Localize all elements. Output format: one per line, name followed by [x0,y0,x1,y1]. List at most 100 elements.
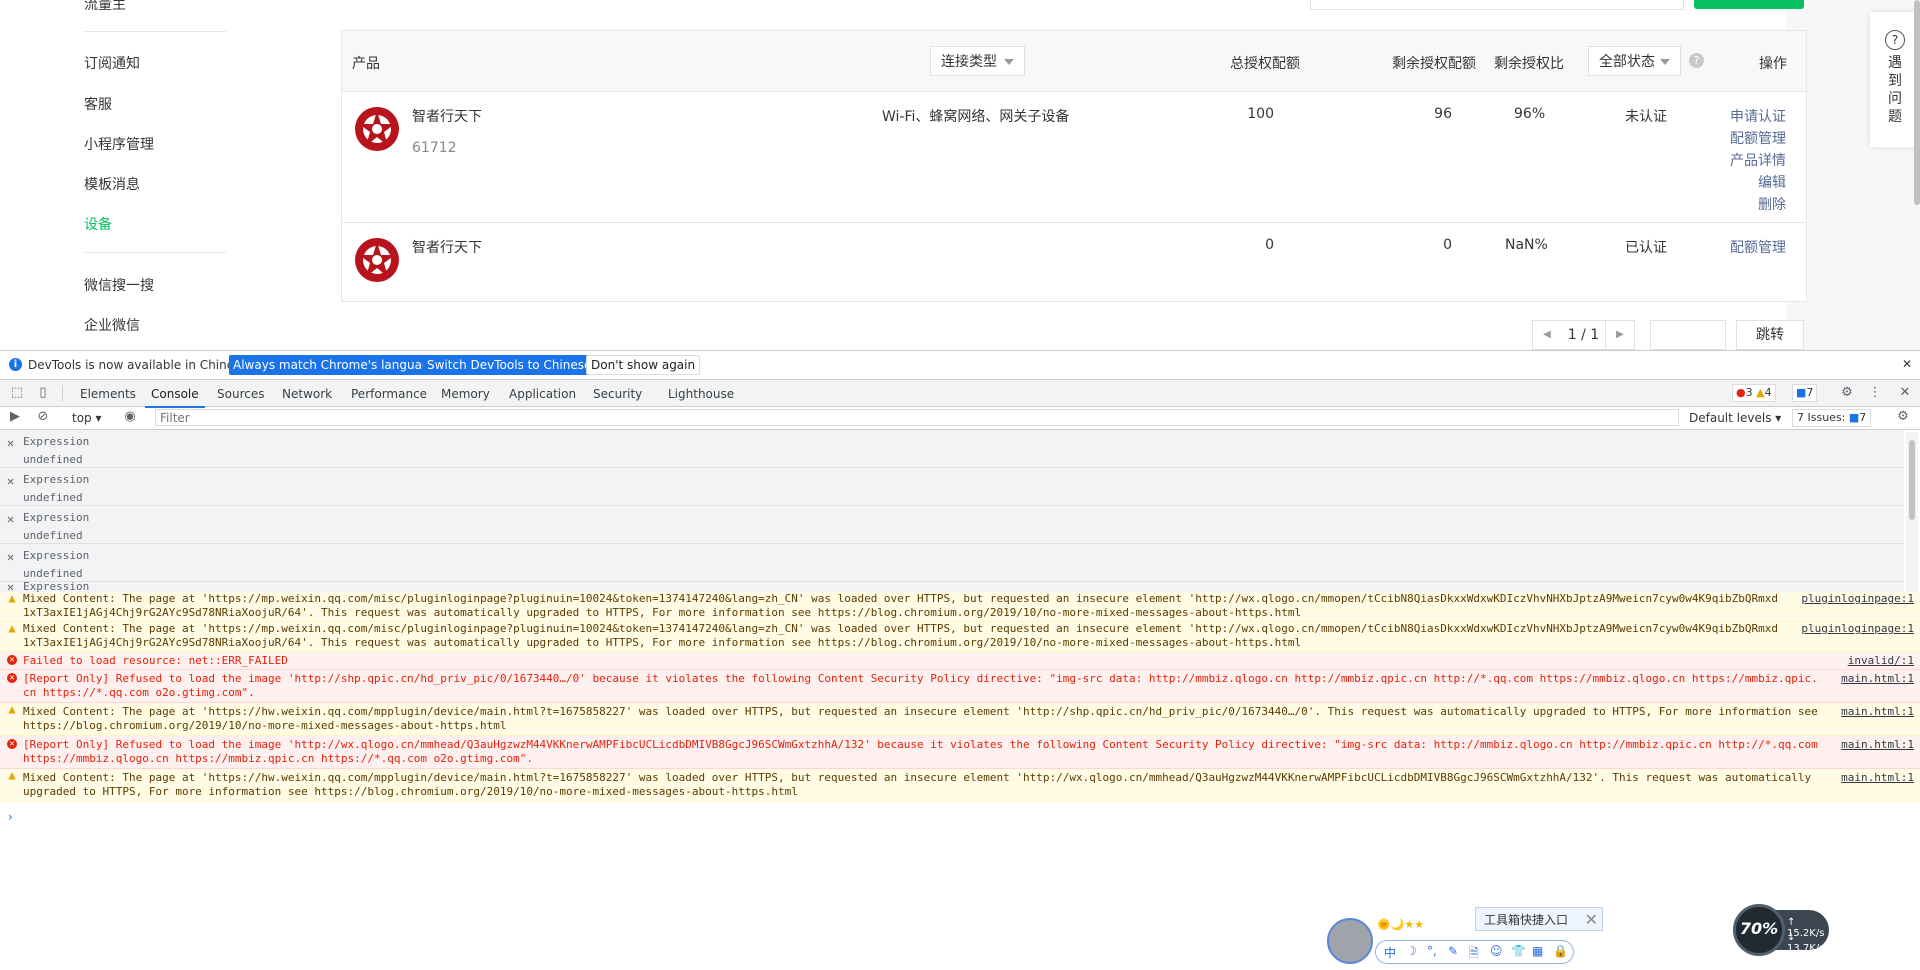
sidebar-item-device[interactable]: 设备 [84,214,112,234]
sidebar-toggle-icon[interactable]: ▶ [8,410,22,424]
remove-expression-icon[interactable]: ✕ [7,436,14,450]
sidebar-item-miniprogram[interactable]: 小程序管理 [84,134,154,154]
switch-chinese-button[interactable]: Switch DevTools to Chinese [423,355,596,375]
issues-counter[interactable]: ■7 [1792,384,1818,402]
message-source-link[interactable]: pluginloginpage:1 [1801,622,1914,636]
page-jump-input[interactable] [1650,320,1726,350]
message-source-link[interactable]: main.html:1 [1841,705,1914,719]
create-button[interactable] [1694,0,1804,9]
product-remain-quota: 96 [1434,106,1452,122]
context-selector[interactable]: top ▾ [72,411,102,425]
inspect-element-icon[interactable]: ⬚ [10,386,24,400]
expressions-scrollbar[interactable] [1906,432,1918,592]
settings-gear-icon[interactable]: ⚙ [1840,386,1854,400]
product-remain-ratio: NaN% [1505,237,1548,253]
input-method-icon[interactable]: 中 [1384,944,1396,961]
status-label: 全部状态 [1599,54,1655,70]
help-icon[interactable]: ? [1689,53,1704,68]
product-detail-link[interactable]: 产品详情 [1730,150,1786,170]
sidebar-item-subscribe[interactable]: 订阅通知 [84,53,140,73]
tab-sources[interactable]: Sources [217,387,264,401]
prev-page-button[interactable]: ◀ [1532,320,1562,350]
console-prompt[interactable]: › [8,810,13,824]
punctuation-icon[interactable]: °, [1427,944,1437,958]
message-line: upgraded to HTTPS, For more information … [23,785,798,798]
sidebar-item-template[interactable]: 模板消息 [84,174,140,194]
error-warning-counter[interactable]: ●3 ▲4 [1732,384,1776,402]
tab-application[interactable]: Application [509,387,576,401]
live-expression[interactable]: ✕ Expression undefined [0,468,1904,506]
delete-link[interactable]: 删除 [1758,194,1786,214]
next-page-button[interactable]: ▶ [1605,320,1635,350]
moon-icon[interactable]: ☽ [1406,944,1417,958]
tab-security[interactable]: Security [593,387,642,401]
help-float[interactable]: ? 遇到问题 [1870,12,1920,147]
message-line: Mixed Content: The page at 'https://mp.w… [23,622,1778,635]
filter-input[interactable] [155,409,1679,426]
live-expression[interactable]: ✕ Expression undefined [0,430,1904,468]
console-message: ✕ [Report Only] Refused to load the imag… [0,670,1920,703]
close-icon[interactable]: ✕ [1585,908,1598,932]
message-text: [Report Only] Refused to load the image … [23,738,1883,766]
lock-icon[interactable]: 🔒 [1553,944,1568,958]
message-line: [Report Only] Refused to load the image … [23,738,1818,751]
close-devtools-icon[interactable]: ✕ [1898,386,1912,400]
scrollbar-thumb[interactable] [1909,440,1915,520]
message-source-link[interactable]: invalid/:1 [1848,654,1914,668]
sidebar-item-traffic[interactable]: 流量主 [84,0,126,14]
table-header: 产品 连接类型 总授权配额 剩余授权配额 剩余授权比 全部状态 ? 操作 [342,31,1806,92]
skin-icon[interactable]: 👕 [1511,944,1526,958]
dont-show-again-button[interactable]: Don't show again [586,355,701,375]
tab-performance[interactable]: Performance [351,387,427,401]
tab-lighthouse[interactable]: Lighthouse [668,387,734,401]
log-levels-dropdown[interactable]: Default levels ▾ [1689,411,1781,425]
network-speed-widget[interactable]: ↑ 15.2K/s ↓ 13.7K/s 70% [1733,904,1853,960]
expression-label: Expression [23,473,90,486]
remove-expression-icon[interactable]: ✕ [7,550,14,564]
emoji-icon[interactable]: ☺ [1490,944,1503,958]
console-message: ▲ Mixed Content: The page at 'https://hw… [0,769,1920,802]
sidebar-item-service[interactable]: 客服 [84,94,112,114]
conn-type-dropdown[interactable]: 连接类型 [930,46,1025,76]
avatar[interactable] [1327,918,1373,964]
message-source-link[interactable]: main.html:1 [1841,771,1914,785]
tab-console[interactable]: Console [145,387,205,408]
edit-link[interactable]: 编辑 [1758,172,1786,192]
tab-elements[interactable]: Elements [80,387,136,401]
live-expression-eye-icon[interactable]: ◉ [123,410,137,424]
message-source-link[interactable]: pluginloginpage:1 [1801,592,1914,606]
issues-button[interactable]: 7 Issues: ■7 [1792,409,1872,427]
warning-count: 4 [1764,386,1772,399]
quota-manage-link[interactable]: 配额管理 [1730,237,1786,257]
console-settings-gear-icon[interactable]: ⚙ [1896,410,1910,424]
tab-network[interactable]: Network [282,387,332,401]
apply-cert-link[interactable]: 申请认证 [1730,106,1786,126]
close-icon[interactable]: ✕ [1902,357,1912,371]
more-options-icon[interactable]: ⋮ [1868,386,1882,400]
clear-console-icon[interactable]: ⊘ [36,410,50,424]
wrench-icon[interactable]: ✎ [1448,944,1458,958]
sidebar-item-wework[interactable]: 企业微信 [84,315,140,335]
issues-count: 7 [1859,411,1867,424]
grid-icon[interactable]: ▦ [1532,944,1543,958]
message-source-link[interactable]: main.html:1 [1841,672,1914,686]
quota-manage-link[interactable]: 配额管理 [1730,128,1786,148]
jump-button[interactable]: 跳转 [1736,320,1804,350]
message-source-link[interactable]: main.html:1 [1841,738,1914,752]
live-expression[interactable]: ✕ Expression undefined [0,544,1904,582]
search-input[interactable] [1310,0,1684,10]
remove-expression-icon[interactable]: ✕ [7,474,14,488]
match-language-button[interactable]: Always match Chrome's language [229,355,441,375]
page-scrollbar[interactable] [1914,0,1920,205]
live-expression[interactable]: ✕ Expression undefined [0,506,1904,544]
context-label: top [72,411,92,425]
document-icon[interactable]: 🗎 [1469,944,1479,965]
issues-count: 7 [1806,386,1814,399]
device-toolbar-icon[interactable]: ▯ [36,386,50,400]
sidebar-item-search[interactable]: 微信搜一搜 [84,275,154,295]
status-dropdown[interactable]: 全部状态 [1588,46,1681,76]
tab-memory[interactable]: Memory [441,387,490,401]
chevron-right-icon: ▶ [1616,329,1624,340]
warning-icon: ▲ [8,591,16,605]
remove-expression-icon[interactable]: ✕ [7,512,14,526]
